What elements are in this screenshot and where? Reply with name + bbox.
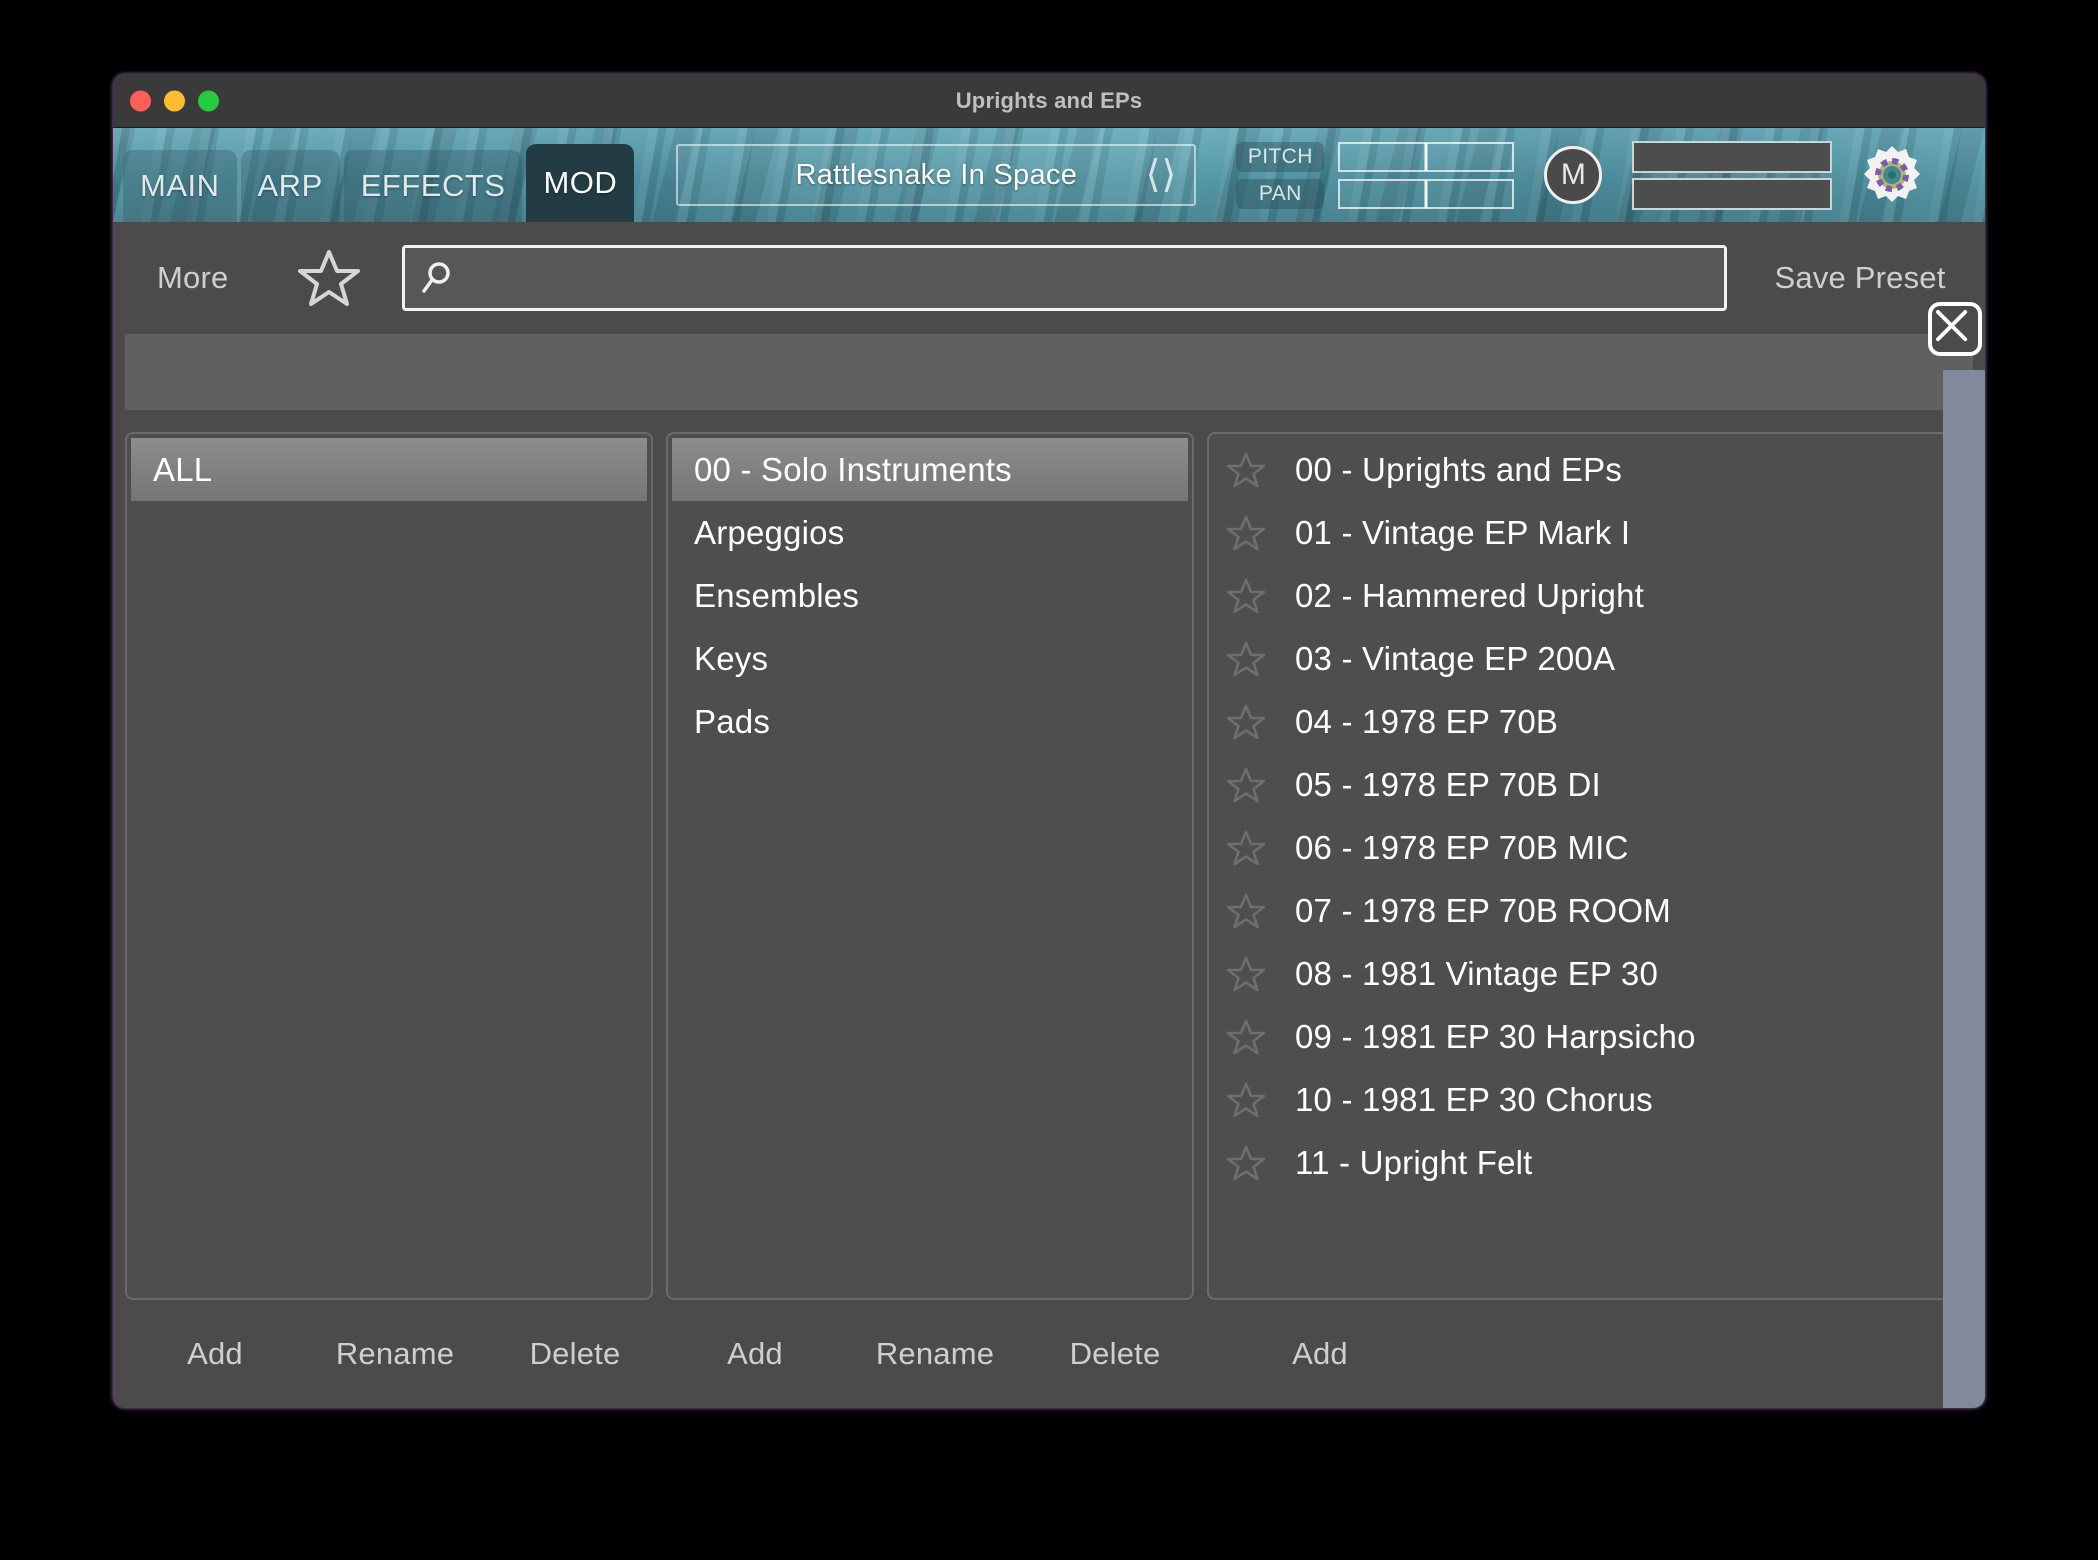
list-item[interactable]: Arpeggios bbox=[672, 501, 1188, 564]
browser-right-rail bbox=[1943, 370, 1985, 1408]
preset-label: 10 - 1981 EP 30 Chorus bbox=[1295, 1080, 1653, 1118]
browser-columns: ALL 00 - Solo Instruments Arpeggios Ense… bbox=[113, 410, 1985, 1300]
tab-arp[interactable]: ARP bbox=[240, 150, 340, 222]
tab-strip: MAIN ARP EFFECTS MOD bbox=[123, 128, 638, 222]
preset-label: 04 - 1978 EP 70B bbox=[1295, 702, 1559, 740]
categories-list[interactable]: 00 - Solo Instruments Arpeggios Ensemble… bbox=[672, 438, 1188, 1294]
star-icon[interactable] bbox=[1226, 767, 1266, 803]
star-icon[interactable] bbox=[1226, 1145, 1266, 1181]
tab-main[interactable]: MAIN bbox=[123, 150, 237, 222]
list-item[interactable]: Keys bbox=[672, 627, 1188, 690]
preset-label: 07 - 1978 EP 70B ROOM bbox=[1295, 891, 1671, 929]
plugin-window: Uprights and EPs MAIN ARP EFFECTS MOD Ra… bbox=[113, 74, 1985, 1408]
preset-nav-arrows: ⟨ ⟩ bbox=[1146, 156, 1177, 194]
list-item[interactable]: 05 - 1978 EP 70B DI bbox=[1213, 753, 1967, 816]
save-preset-button[interactable]: Save Preset bbox=[1735, 260, 1985, 296]
list-item[interactable]: 07 - 1978 EP 70B ROOM bbox=[1213, 879, 1967, 942]
preset-label: 01 - Vintage EP Mark I bbox=[1295, 513, 1631, 551]
output-meters bbox=[1632, 140, 1833, 210]
star-icon[interactable] bbox=[1226, 578, 1266, 614]
preset-label: 02 - Hammered Upright bbox=[1295, 576, 1644, 614]
list-item[interactable]: Pads bbox=[672, 690, 1188, 753]
pan-control-row: PAN bbox=[1236, 178, 1515, 209]
star-icon[interactable] bbox=[1226, 830, 1266, 866]
pan-slider-thumb[interactable] bbox=[1424, 179, 1428, 208]
banks-list[interactable]: ALL bbox=[131, 438, 647, 1294]
window-title: Uprights and EPs bbox=[955, 87, 1143, 113]
preset-browser-panel: More Save Preset ALL 00 - Solo Instrumen… bbox=[113, 222, 1985, 1408]
star-icon[interactable] bbox=[1226, 515, 1266, 551]
star-icon[interactable] bbox=[298, 248, 361, 308]
preset-label: 06 - 1978 EP 70B MIC bbox=[1295, 828, 1629, 866]
list-item[interactable]: 00 - Solo Instruments bbox=[672, 438, 1188, 501]
list-item[interactable]: 00 - Uprights and EPs bbox=[1213, 438, 1967, 501]
preset-label: 05 - 1978 EP 70B DI bbox=[1295, 765, 1601, 803]
list-item[interactable]: 01 - Vintage EP Mark I bbox=[1213, 501, 1967, 564]
star-icon[interactable] bbox=[1226, 956, 1266, 992]
chevron-right-icon[interactable]: ⟩ bbox=[1161, 156, 1176, 194]
star-icon[interactable] bbox=[1226, 893, 1266, 929]
list-item[interactable]: 03 - Vintage EP 200A bbox=[1213, 627, 1967, 690]
pitch-slider[interactable] bbox=[1338, 141, 1515, 172]
list-item[interactable]: 09 - 1981 EP 30 Harpsicho bbox=[1213, 1005, 1967, 1068]
banks-actions: Add Rename Delete bbox=[125, 1336, 665, 1372]
preset-label: 03 - Vintage EP 200A bbox=[1295, 639, 1616, 677]
pan-slider[interactable] bbox=[1338, 178, 1515, 209]
banks-column: ALL bbox=[125, 432, 653, 1300]
tab-mod[interactable]: MOD bbox=[526, 144, 635, 222]
presets-actions: Add bbox=[1205, 1336, 1393, 1372]
preset-name-display[interactable]: Rattlesnake In Space ⟨ ⟩ bbox=[676, 144, 1197, 206]
meter-left bbox=[1632, 140, 1833, 173]
presets-list[interactable]: 00 - Uprights and EPs 01 - Vintage EP Ma… bbox=[1213, 438, 1967, 1294]
star-icon[interactable] bbox=[1226, 1019, 1266, 1055]
close-icon[interactable] bbox=[1928, 302, 1982, 356]
presets-column: 00 - Uprights and EPs 01 - Vintage EP Ma… bbox=[1207, 432, 1973, 1300]
list-item[interactable]: 11 - Upright Felt bbox=[1213, 1131, 1967, 1194]
preset-label: 11 - Upright Felt bbox=[1295, 1143, 1533, 1181]
search-box[interactable] bbox=[402, 245, 1727, 311]
star-icon[interactable] bbox=[1226, 641, 1266, 677]
window-titlebar: Uprights and EPs bbox=[113, 74, 1985, 128]
search-icon bbox=[419, 260, 455, 296]
star-icon[interactable] bbox=[1226, 452, 1266, 488]
banks-rename-button[interactable]: Rename bbox=[322, 1336, 468, 1372]
tab-effects[interactable]: EFFECTS bbox=[343, 150, 523, 222]
list-item[interactable]: 04 - 1978 EP 70B bbox=[1213, 690, 1967, 753]
list-item[interactable]: 08 - 1981 Vintage EP 30 bbox=[1213, 942, 1967, 1005]
preset-label: 08 - 1981 Vintage EP 30 bbox=[1295, 954, 1659, 992]
pitch-slider-thumb[interactable] bbox=[1424, 142, 1428, 171]
preset-name-label: Rattlesnake In Space bbox=[795, 158, 1078, 191]
categories-delete-button[interactable]: Delete bbox=[1042, 1336, 1188, 1372]
meter-right bbox=[1632, 177, 1833, 210]
banks-delete-button[interactable]: Delete bbox=[502, 1336, 648, 1372]
more-button[interactable]: More bbox=[157, 260, 228, 296]
gear-icon[interactable] bbox=[1860, 143, 1924, 207]
list-item[interactable]: Ensembles bbox=[672, 564, 1188, 627]
star-icon[interactable] bbox=[1226, 1082, 1266, 1118]
list-item[interactable]: 10 - 1981 EP 30 Chorus bbox=[1213, 1068, 1967, 1131]
categories-column: 00 - Solo Instruments Arpeggios Ensemble… bbox=[666, 432, 1194, 1300]
chevron-left-icon[interactable]: ⟨ bbox=[1146, 156, 1161, 194]
midi-learn-button[interactable]: M bbox=[1544, 146, 1603, 204]
action-bar: Add Rename Delete Add Rename Delete Add bbox=[113, 1300, 1985, 1408]
categories-actions: Add Rename Delete bbox=[665, 1336, 1205, 1372]
info-strip bbox=[125, 334, 1973, 410]
list-item[interactable]: 02 - Hammered Upright bbox=[1213, 564, 1967, 627]
pitch-control-row: PITCH bbox=[1236, 141, 1515, 172]
browser-toolbar: More Save Preset bbox=[113, 222, 1985, 334]
preset-label: 09 - 1981 EP 30 Harpsicho bbox=[1295, 1017, 1696, 1055]
pitch-pan-controls: PITCH PAN bbox=[1236, 141, 1515, 209]
star-icon[interactable] bbox=[1226, 704, 1266, 740]
plugin-header: MAIN ARP EFFECTS MOD Rattlesnake In Spac… bbox=[113, 128, 1985, 222]
categories-rename-button[interactable]: Rename bbox=[862, 1336, 1008, 1372]
presets-add-button[interactable]: Add bbox=[1247, 1336, 1393, 1372]
pitch-label: PITCH bbox=[1236, 141, 1325, 172]
list-item[interactable]: ALL bbox=[131, 438, 647, 501]
search-input[interactable] bbox=[455, 262, 1724, 294]
banks-add-button[interactable]: Add bbox=[142, 1336, 288, 1372]
preset-label: 00 - Uprights and EPs bbox=[1295, 450, 1623, 488]
categories-add-button[interactable]: Add bbox=[682, 1336, 828, 1372]
list-item[interactable]: 06 - 1978 EP 70B MIC bbox=[1213, 816, 1967, 879]
pan-label: PAN bbox=[1236, 178, 1325, 209]
